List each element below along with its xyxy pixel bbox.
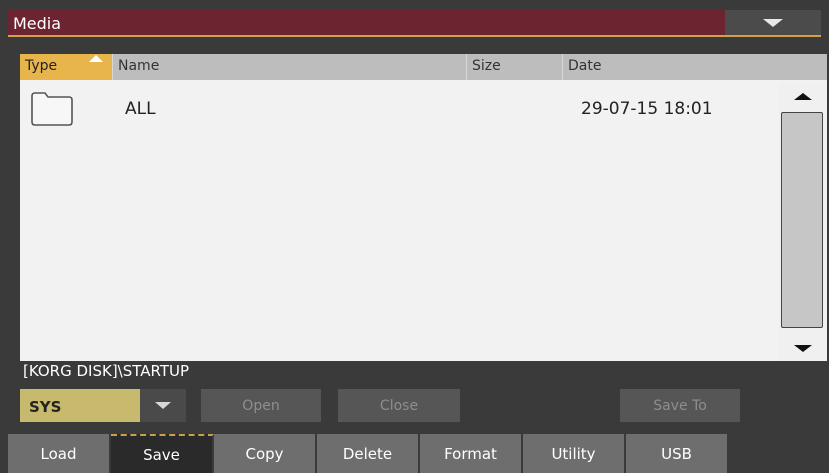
device-select-value: SYS: [29, 398, 62, 416]
file-date: 29-07-15 18:01: [581, 99, 713, 119]
device-select-arrow[interactable]: [140, 389, 186, 422]
window-title: Media: [13, 14, 62, 33]
tab-save[interactable]: Save: [111, 434, 214, 473]
tab-usb[interactable]: USB: [626, 434, 729, 473]
chevron-down-icon: [155, 402, 171, 409]
chevron-down-icon: [763, 18, 783, 27]
scrollbar[interactable]: [778, 83, 827, 361]
arrow-up-icon: [793, 92, 812, 100]
tab-bar: Load Save Copy Delete Format Utility USB: [8, 434, 729, 473]
title-bar: Media: [8, 10, 821, 37]
device-select[interactable]: SYS: [20, 389, 186, 422]
column-type[interactable]: Type: [20, 54, 113, 80]
scroll-up-button[interactable]: [778, 83, 827, 109]
column-type-label: Type: [25, 58, 58, 74]
save-to-button[interactable]: Save To: [620, 389, 740, 422]
column-size[interactable]: Size: [467, 54, 563, 80]
page-menu-button[interactable]: [725, 10, 821, 35]
close-button[interactable]: Close: [338, 389, 460, 422]
tab-format[interactable]: Format: [420, 434, 523, 473]
file-name: ALL: [125, 99, 156, 119]
current-path: [KORG DISK]\STARTUP: [23, 362, 190, 380]
column-header: Type Name Size Date: [20, 54, 827, 80]
scroll-thumb[interactable]: [781, 112, 823, 328]
column-name[interactable]: Name: [113, 54, 467, 80]
arrow-down-icon: [793, 344, 812, 352]
tab-load[interactable]: Load: [8, 434, 111, 473]
column-date-label: Date: [568, 58, 602, 74]
column-date[interactable]: Date: [563, 54, 827, 80]
open-button[interactable]: Open: [201, 389, 321, 422]
folder-icon: [31, 92, 73, 126]
file-row[interactable]: ALL 29-07-15 18:01: [20, 84, 775, 130]
scroll-down-button[interactable]: [778, 335, 827, 361]
column-size-label: Size: [472, 58, 501, 74]
file-browser: Type Name Size Date ALL 29-07-15 18:01: [20, 54, 827, 361]
sort-ascending-icon: [89, 55, 103, 62]
tab-utility[interactable]: Utility: [523, 434, 626, 473]
tab-copy[interactable]: Copy: [214, 434, 317, 473]
column-name-label: Name: [118, 58, 160, 74]
tab-delete[interactable]: Delete: [317, 434, 420, 473]
